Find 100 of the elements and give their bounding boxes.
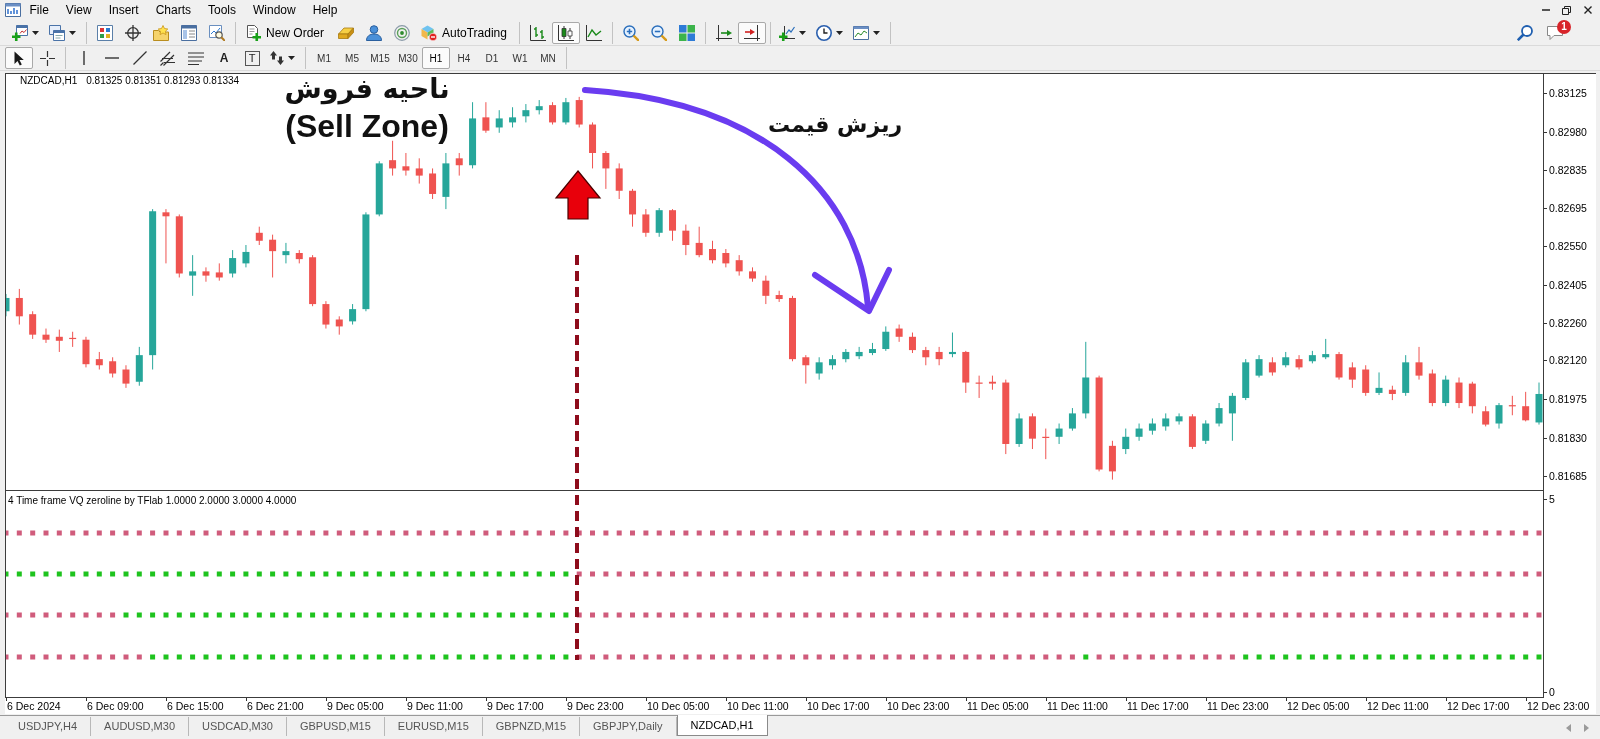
candlestick [322, 300, 330, 330]
candlestick [1468, 381, 1476, 414]
menu-item[interactable]: Tools [199, 1, 245, 19]
text-tool-button[interactable]: A [210, 47, 238, 69]
caret-icon[interactable] [288, 56, 295, 60]
stacked-windows-icon[interactable] [49, 24, 65, 41]
messages-button[interactable]: 1 [1542, 21, 1568, 44]
menu-item[interactable]: Help [304, 1, 346, 19]
channel-icon[interactable] [160, 50, 176, 66]
timeframe-button[interactable]: M15 [366, 47, 394, 69]
timeframe-button[interactable]: M30 [394, 47, 422, 69]
candlestick [722, 248, 730, 268]
magnifier-chart-icon[interactable] [209, 24, 225, 41]
candlestick [455, 152, 463, 177]
levels-icon[interactable] [188, 51, 204, 65]
price-label: 0.81975 [1544, 393, 1587, 406]
candlestick [709, 240, 717, 264]
window-plus-icon[interactable] [12, 24, 28, 41]
restore-icon[interactable] [1562, 5, 1571, 15]
candlestick [402, 152, 410, 177]
timeframe-button[interactable]: M1 [310, 47, 338, 69]
price-label: 0.81685 [1544, 470, 1587, 483]
bar-chart-icon[interactable] [529, 24, 546, 41]
arrows-icon[interactable] [270, 51, 284, 65]
timeframe-button[interactable]: MN [534, 47, 562, 69]
timeframe-button[interactable]: H1 [422, 47, 450, 69]
candlestick [1135, 423, 1143, 442]
chart-tab[interactable]: USDJPY,H4 [5, 717, 92, 736]
chart-tab[interactable]: AUDUSD,M30 [91, 717, 189, 736]
chart-tab[interactable]: NZDCAD,H1 [676, 715, 768, 736]
menu-item[interactable]: File [21, 1, 58, 19]
menu-item[interactable]: View [57, 1, 101, 19]
chart-type-button[interactable] [551, 21, 580, 44]
person-icon[interactable] [366, 24, 382, 41]
caret-icon[interactable] [798, 30, 806, 35]
auto-scroll-button[interactable] [737, 21, 766, 44]
candlestick [1482, 405, 1490, 427]
window-dots-icon[interactable] [97, 24, 113, 41]
caret-icon[interactable] [872, 30, 880, 35]
candlestick [242, 244, 250, 268]
menu-item[interactable]: Charts [147, 1, 200, 19]
time-label: 12 Dec 05:00 [1286, 698, 1366, 714]
chart-plus-icon[interactable] [778, 24, 795, 41]
zoom-in-icon[interactable] [622, 24, 639, 41]
line-chart-icon[interactable] [585, 24, 602, 41]
document-plus-icon[interactable] [245, 24, 261, 41]
time-label: 11 Dec 05:00 [966, 698, 1046, 714]
axis-arrow-icon[interactable] [715, 24, 732, 41]
price-label: 0.82980 [1544, 125, 1587, 138]
caret-icon[interactable] [69, 30, 76, 35]
candlestick [15, 288, 23, 326]
search-icon[interactable] [1517, 24, 1533, 41]
candlestick [629, 188, 637, 228]
star-folder-icon[interactable] [153, 24, 169, 41]
panel-window-icon[interactable] [181, 24, 197, 41]
chart-tab[interactable]: EURUSD,M15 [384, 717, 483, 736]
chart-window-icon[interactable] [852, 24, 869, 41]
ingot-icon[interactable] [338, 24, 354, 41]
crosshair-icon[interactable] [39, 50, 55, 66]
price-label: 0.81830 [1544, 431, 1587, 444]
timeframe-button[interactable]: H4 [450, 47, 478, 69]
timeframe-button[interactable]: M5 [338, 47, 366, 69]
minimize-icon[interactable] [1541, 9, 1550, 11]
price-label: 0.82550 [1544, 240, 1587, 253]
candlestick [189, 254, 197, 297]
close-icon[interactable] [1583, 6, 1592, 14]
cursor-button[interactable] [5, 47, 33, 69]
timeframe-button[interactable]: W1 [506, 47, 534, 69]
chart-tab[interactable]: GBPUSD,M15 [286, 717, 385, 736]
candlestick [1455, 376, 1463, 409]
text-label-button[interactable]: T [238, 47, 266, 69]
price-label: 0.82260 [1544, 317, 1587, 330]
zoom-out-icon[interactable] [650, 24, 667, 41]
caret-icon[interactable] [32, 30, 39, 35]
candlestick [669, 208, 677, 242]
radar-icon[interactable] [394, 24, 410, 41]
wick-bars-icon[interactable] [557, 24, 574, 41]
caret-icon[interactable] [835, 30, 843, 35]
chart-tab[interactable]: USDCAD,M30 [189, 717, 287, 736]
autotrading-button[interactable]: AutoTrading [416, 21, 515, 44]
chart-window-icon [5, 2, 21, 18]
crosshair-icon[interactable] [125, 24, 141, 41]
candlestick [1348, 361, 1356, 389]
axis-arrow-icon[interactable] [743, 24, 760, 41]
new-order-button[interactable]: New Order [240, 21, 332, 44]
candlestick [855, 346, 863, 360]
price-label: 0.82120 [1544, 354, 1587, 367]
grid-icon[interactable] [678, 24, 695, 41]
timeframe-button[interactable]: D1 [478, 47, 506, 69]
candlestick [762, 275, 770, 305]
time-label: 9 Dec 11:00 [406, 698, 486, 714]
cursor-icon[interactable] [14, 50, 24, 66]
cube-stop-icon[interactable] [421, 24, 437, 41]
menu-item[interactable]: Insert [100, 1, 148, 19]
menu-item[interactable]: Window [244, 1, 305, 19]
chart-tab[interactable]: GBPJPY,Daily [580, 717, 677, 736]
chart-tab[interactable]: GBPNZD,M15 [482, 717, 581, 736]
time-label: 12 Dec 17:00 [1446, 698, 1526, 714]
clock-icon[interactable] [815, 24, 832, 41]
diagonal-line-icon[interactable] [133, 51, 147, 65]
